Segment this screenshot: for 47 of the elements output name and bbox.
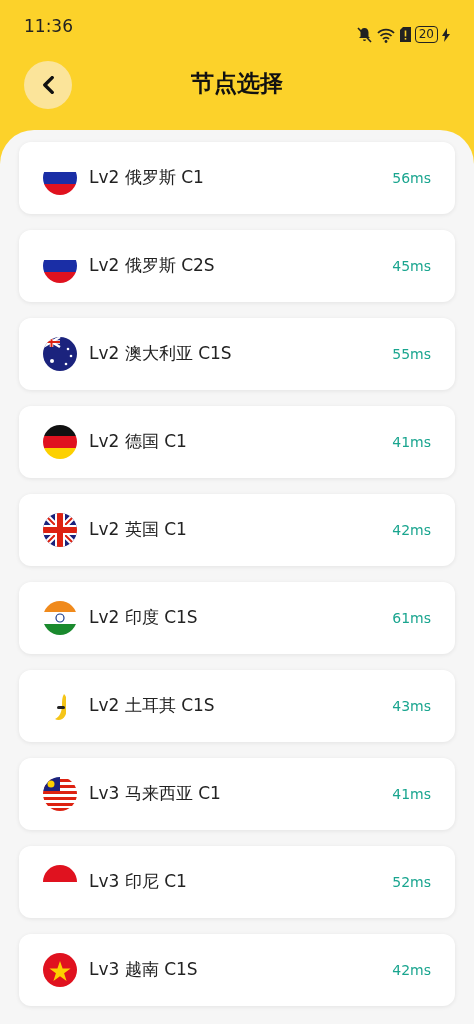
latency: 56ms	[392, 168, 431, 188]
node-name: Lv2 英国 C1	[89, 518, 188, 542]
back-button[interactable]	[24, 61, 72, 109]
node-name: Lv2 俄罗斯 C1	[89, 166, 205, 190]
page-title: 节点选择	[190, 69, 284, 98]
flag-icon	[43, 425, 77, 459]
flag-icon	[43, 777, 77, 811]
latency: 61ms	[392, 608, 431, 628]
back-icon	[42, 76, 54, 94]
battery-level: 20	[414, 26, 438, 43]
node-name: Lv3 马来西亚 C1	[89, 782, 222, 806]
flag-icon	[43, 953, 77, 987]
node-name: Lv2 德国 C1	[89, 430, 188, 454]
flag-icon	[43, 865, 77, 882]
sim-alert-icon	[399, 27, 411, 42]
flag-icon	[43, 601, 77, 635]
node-card[interactable]: Lv3 马来西亚 C1 41ms	[19, 758, 455, 830]
node-name: Lv2 土耳其 C1S	[89, 694, 216, 718]
latency: 41ms	[392, 432, 431, 452]
node-name: Lv2 澳大利亚 C1S	[89, 342, 233, 366]
latency: 42ms	[392, 960, 431, 980]
node-name: Lv2 印度 C1S	[89, 606, 199, 630]
banana-icon	[54, 692, 66, 720]
node-name: Lv3 越南 C1S	[89, 958, 199, 982]
node-card[interactable]: Lv3 越南 C1S 42ms	[19, 934, 455, 1006]
node-card[interactable]: Lv2 澳大利亚 C1S 55ms	[19, 318, 455, 390]
node-card[interactable]: Lv2 俄罗斯 C2S 45ms	[19, 230, 455, 302]
latency: 43ms	[392, 696, 431, 716]
latency: 55ms	[392, 344, 431, 364]
node-name: Lv3 印尼 C1	[89, 870, 188, 894]
bell-muted-icon	[356, 26, 372, 43]
latency: 41ms	[392, 784, 431, 804]
status-time: 11:36	[24, 15, 73, 38]
node-card[interactable]: Lv2 英国 C1 42ms	[19, 494, 455, 566]
node-name: Lv2 俄罗斯 C2S	[89, 254, 216, 278]
node-card[interactable]: Lv3 印尼 C1 52ms	[19, 846, 455, 918]
latency: 45ms	[392, 256, 431, 276]
node-card[interactable]: Lv2 土耳其 C1S 43ms	[19, 670, 455, 742]
node-card[interactable]: Lv2 德国 C1 41ms	[19, 406, 455, 478]
charging-icon	[442, 27, 450, 42]
flag-icon	[43, 513, 77, 547]
node-card[interactable]: Lv2 俄罗斯 C1 56ms	[19, 142, 455, 214]
node-card[interactable]: Lv2 印度 C1S 61ms	[19, 582, 455, 654]
wifi-icon	[375, 26, 396, 43]
flag-icon	[43, 337, 77, 371]
latency: 52ms	[392, 872, 431, 892]
latency: 42ms	[392, 520, 431, 540]
